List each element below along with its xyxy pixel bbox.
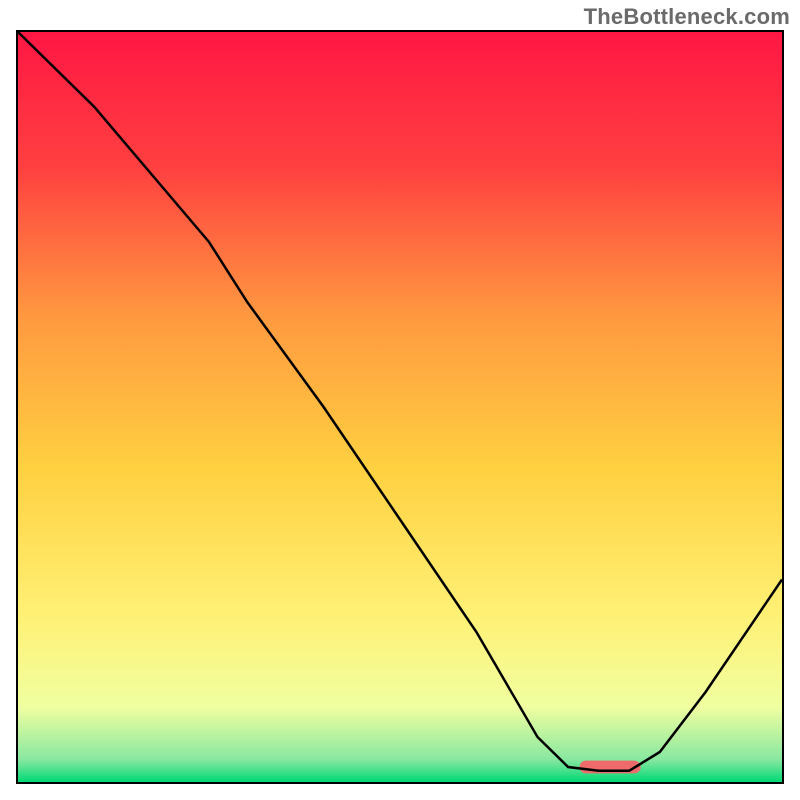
- bottleneck-chart: [0, 0, 800, 800]
- gradient-background: [18, 32, 782, 782]
